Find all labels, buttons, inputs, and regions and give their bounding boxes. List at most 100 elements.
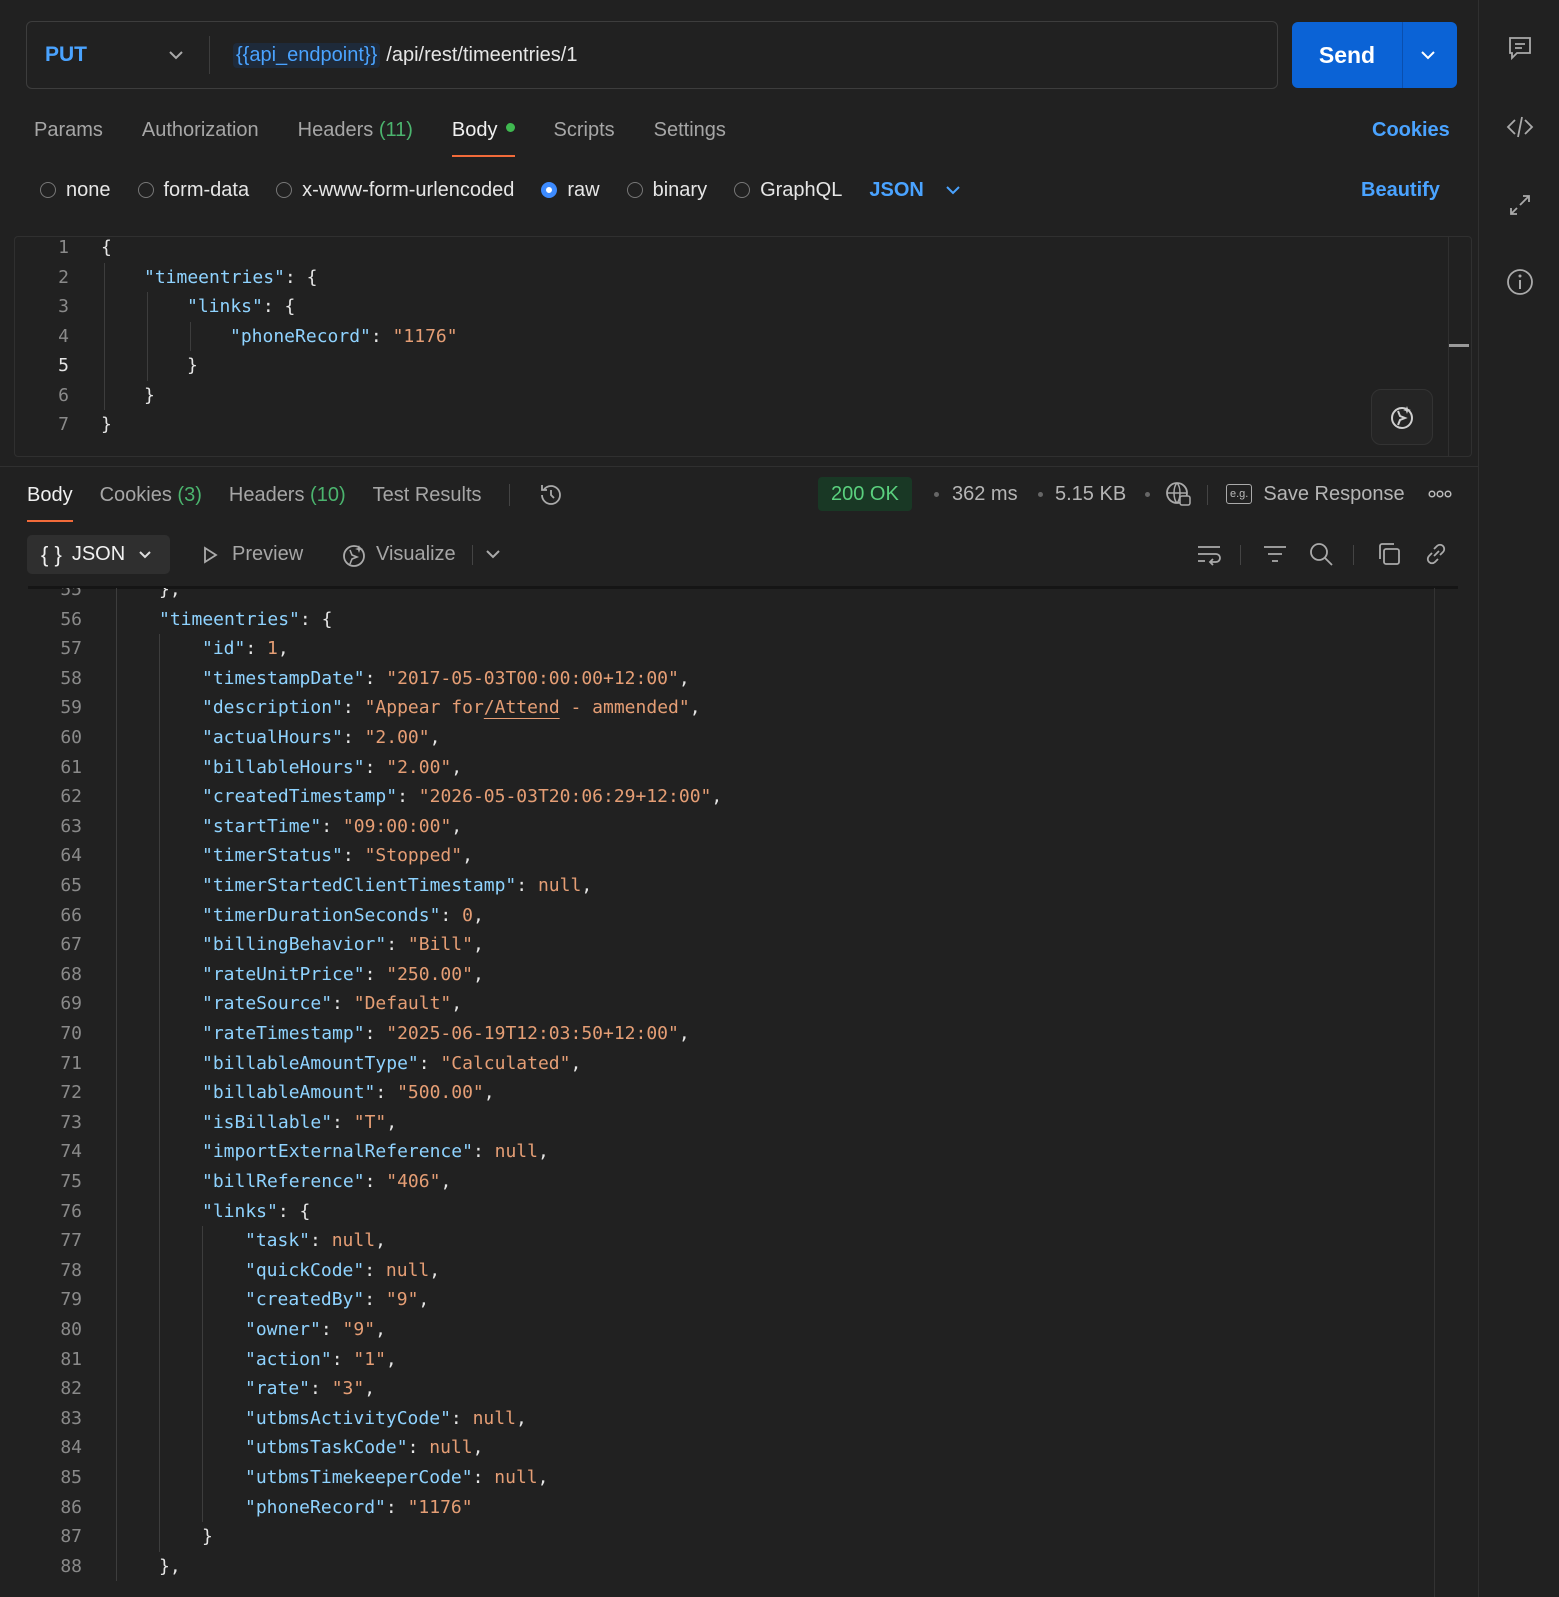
indent-guide bbox=[147, 321, 148, 351]
copy-icon[interactable] bbox=[1374, 539, 1404, 569]
radio-circle bbox=[40, 182, 56, 198]
json-key: "billableAmountType" bbox=[202, 1052, 419, 1074]
json-punct: , bbox=[472, 963, 484, 985]
indent-guide bbox=[116, 959, 117, 990]
radio-none[interactable]: none bbox=[40, 179, 111, 202]
comments-icon[interactable] bbox=[1503, 31, 1537, 65]
send-button[interactable]: Send bbox=[1292, 22, 1402, 88]
response-size[interactable]: 5.15 KB bbox=[1055, 477, 1126, 511]
indent-guide bbox=[116, 930, 117, 960]
tab-label: Scripts bbox=[553, 119, 615, 141]
json-punct: : bbox=[364, 1171, 387, 1192]
visualize-options-chevron-icon[interactable] bbox=[478, 539, 508, 569]
history-icon[interactable] bbox=[537, 481, 565, 509]
radio-x-www-form-urlencoded[interactable]: x-www-form-urlencoded bbox=[276, 179, 514, 202]
json-punct: { bbox=[101, 237, 112, 258]
network-globe-icon[interactable] bbox=[1163, 479, 1193, 509]
code-text: "timerStatus": "Stopped", bbox=[202, 841, 473, 871]
json-key: "timerStatus" bbox=[202, 845, 343, 867]
radio-graphql[interactable]: GraphQL bbox=[734, 179, 842, 202]
method-select[interactable]: PUT bbox=[45, 22, 87, 88]
indent-guide bbox=[159, 1167, 160, 1197]
tab-label: Cookies bbox=[99, 484, 172, 506]
chevron-down-icon[interactable] bbox=[165, 44, 187, 71]
preview-button[interactable]: Preview bbox=[198, 535, 303, 574]
search-icon[interactable] bbox=[1306, 539, 1336, 569]
line-number: 85 bbox=[60, 1467, 82, 1488]
json-key: "utbmsActivityCode" bbox=[245, 1407, 451, 1429]
tab-count: (3) bbox=[177, 484, 202, 506]
body-type-radios: none form-data x-www-form-urlencoded raw bin… bbox=[40, 170, 964, 210]
code-icon[interactable] bbox=[1503, 110, 1537, 144]
indent-guide bbox=[116, 1167, 117, 1197]
more-options-icon[interactable] bbox=[1425, 479, 1455, 509]
json-punct: : { bbox=[262, 296, 296, 317]
body-format-select[interactable]: JSON bbox=[869, 179, 963, 202]
response-time[interactable]: 362 ms bbox=[952, 477, 1018, 511]
code-line: 68 "rateUnitPrice": "250.00", bbox=[0, 960, 1458, 990]
filter-icon[interactable] bbox=[1260, 539, 1290, 569]
request-pane: PUT {{api_endpoint}} /api/rest/timeentri… bbox=[0, 0, 1478, 1597]
toolbar-divider bbox=[508, 484, 510, 506]
separator-dot bbox=[1038, 492, 1043, 497]
response-body-viewer[interactable]: 55}, 56 "timeentries": {57 "id": 1, 58 "times… bbox=[0, 588, 1458, 1597]
viewer-scroll-track bbox=[1434, 588, 1435, 1597]
json-punct: , bbox=[364, 1378, 376, 1400]
status-badge[interactable]: 200 OK bbox=[818, 477, 912, 511]
code-line: 57 "id": 1, bbox=[0, 634, 1458, 664]
link-icon[interactable] bbox=[1421, 539, 1451, 569]
response-tab-headers[interactable]: Headers (10) bbox=[229, 475, 346, 515]
related-collections-icon[interactable] bbox=[1503, 188, 1537, 222]
json-punct: , bbox=[483, 1082, 495, 1104]
beautify-button[interactable]: Beautify bbox=[1361, 170, 1440, 210]
line-number: 57 bbox=[60, 638, 82, 660]
tab-body[interactable]: Body bbox=[451, 110, 515, 157]
tab-params[interactable]: Params bbox=[34, 110, 103, 150]
response-tab-cookies[interactable]: Cookies (3) bbox=[100, 475, 202, 515]
json-punct: , bbox=[385, 1348, 397, 1370]
json-key: "rateUnitPrice" bbox=[202, 963, 365, 985]
json-punct: : bbox=[516, 875, 538, 896]
tab-headers[interactable]: Headers (11) bbox=[298, 110, 413, 150]
code-text: }, bbox=[159, 1552, 181, 1582]
line-number: 67 bbox=[60, 934, 82, 956]
json-punct: , bbox=[451, 993, 463, 1015]
code-text: "utbmsTaskCode": null, bbox=[245, 1433, 483, 1463]
json-value: "Default" bbox=[353, 993, 452, 1015]
info-icon[interactable] bbox=[1503, 265, 1537, 299]
json-value: "T" bbox=[353, 1111, 387, 1133]
radio-binary[interactable]: binary bbox=[626, 179, 707, 202]
code-line: 61 "billableHours": "2.00", bbox=[0, 753, 1458, 783]
code-text: "quickCode": null, bbox=[245, 1256, 440, 1286]
json-punct: , bbox=[537, 1141, 549, 1163]
response-format-select[interactable]: { } JSON bbox=[27, 535, 170, 574]
tab-scripts[interactable]: Scripts bbox=[554, 110, 615, 150]
json-punct: : bbox=[385, 1496, 408, 1518]
send-options-chevron-icon[interactable] bbox=[1416, 43, 1440, 72]
save-response-button[interactable]: e.g. Save Response bbox=[1226, 477, 1405, 511]
wrap-lines-icon[interactable] bbox=[1194, 539, 1224, 569]
json-punct: : bbox=[332, 993, 354, 1015]
code-line: 55}, bbox=[0, 588, 1458, 605]
toolbar-divider bbox=[1353, 545, 1354, 565]
radio-raw[interactable]: raw bbox=[541, 179, 600, 202]
cookies-link[interactable]: Cookies bbox=[1372, 110, 1450, 150]
response-tab-body[interactable]: Body bbox=[27, 475, 73, 522]
line-number: 55 bbox=[60, 588, 82, 600]
response-tab-test-results[interactable]: Test Results bbox=[373, 475, 482, 515]
visualize-button[interactable]: Visualize bbox=[340, 535, 456, 574]
line-number: 86 bbox=[60, 1496, 82, 1518]
code-line: 85 "utbmsTimekeeperCode": null, bbox=[0, 1463, 1458, 1493]
json-value: "2.00" bbox=[386, 756, 452, 778]
json-key: "utbmsTimekeeperCode" bbox=[245, 1467, 473, 1488]
url-input[interactable]: {{api_endpoint}} /api/rest/timeentries/1 bbox=[233, 22, 577, 88]
tab-settings[interactable]: Settings bbox=[654, 110, 726, 150]
indent-guide bbox=[147, 292, 148, 322]
request-body-editor[interactable]: 1{2 "timeentries": {3 "links": {4 "phoneRec… bbox=[14, 236, 1472, 457]
radio-form-data[interactable]: form-data bbox=[137, 179, 249, 202]
json-punct: } bbox=[101, 414, 112, 435]
json-punct: : bbox=[320, 1319, 343, 1340]
tab-count: (10) bbox=[310, 484, 346, 506]
line-number: 77 bbox=[60, 1230, 82, 1252]
tab-authorization[interactable]: Authorization bbox=[142, 110, 259, 150]
